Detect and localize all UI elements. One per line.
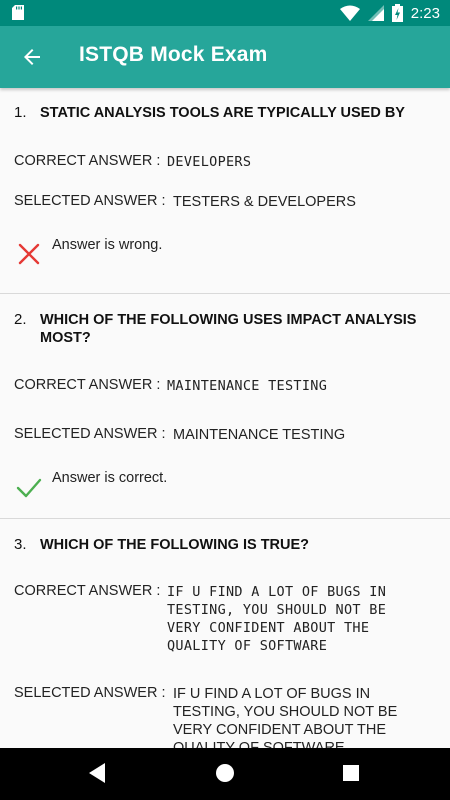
result-text: Answer is wrong. <box>52 237 163 253</box>
page-title: ISTQB Mock Exam <box>79 43 268 66</box>
selected-answer-value: IF U FIND A LOT OF BUGS IN TESTING, YOU … <box>173 686 398 748</box>
app-bar: ISTQB Mock Exam <box>0 26 450 88</box>
selected-answer-label: SELECTED ANSWER : <box>14 193 166 209</box>
question-text: STATIC ANALYSIS TOOLS ARE TYPICALLY USED… <box>40 105 405 121</box>
question-item: 2. WHICH OF THE FOLLOWING USES IMPACT AN… <box>0 294 450 519</box>
status-time: 2:23 <box>410 4 440 22</box>
battery-charging-icon <box>391 4 403 22</box>
navigation-bar <box>0 748 450 800</box>
correct-answer-label: CORRECT ANSWER : <box>14 153 161 169</box>
question-text: WHICH OF THE FOLLOWING IS TRUE? <box>40 537 310 553</box>
question-number: 2. <box>14 311 27 328</box>
status-bar: 2:23 <box>0 0 450 26</box>
correct-answer-label: CORRECT ANSWER : <box>14 377 161 393</box>
question-item: 3. WHICH OF THE FOLLOWING IS TRUE? CORRE… <box>0 519 450 748</box>
correct-answer-value: DEVELOPERS <box>167 154 252 170</box>
back-nav-icon[interactable] <box>88 762 106 784</box>
selected-answer-label: SELECTED ANSWER : <box>14 685 166 701</box>
question-text: WHICH OF THE FOLLOWING USES IMPACT ANALY… <box>40 312 417 346</box>
question-number: 3. <box>14 536 27 553</box>
sd-card-icon <box>12 5 24 20</box>
selected-answer-value: MAINTENANCE TESTING <box>173 427 346 443</box>
correct-answer-label: CORRECT ANSWER : <box>14 583 161 599</box>
home-nav-icon[interactable] <box>215 762 235 784</box>
question-number: 1. <box>14 104 27 121</box>
correct-check-icon <box>16 478 42 498</box>
back-arrow-icon[interactable] <box>20 45 44 69</box>
results-list[interactable]: 1. STATIC ANALYSIS TOOLS ARE TYPICALLY U… <box>0 88 450 748</box>
signal-icon <box>367 5 384 21</box>
wifi-icon <box>339 5 360 21</box>
correct-answer-value: MAINTENANCE TESTING <box>167 378 328 394</box>
question-item: 1. STATIC ANALYSIS TOOLS ARE TYPICALLY U… <box>0 88 450 294</box>
recents-nav-icon[interactable] <box>342 762 360 784</box>
selected-answer-value: TESTERS & DEVELOPERS <box>173 194 356 210</box>
selected-answer-label: SELECTED ANSWER : <box>14 426 166 442</box>
wrong-cross-icon <box>18 243 40 265</box>
result-text: Answer is correct. <box>52 470 168 486</box>
correct-answer-value: IF U FIND A LOT OF BUGS IN TESTING, YOU … <box>167 584 387 654</box>
